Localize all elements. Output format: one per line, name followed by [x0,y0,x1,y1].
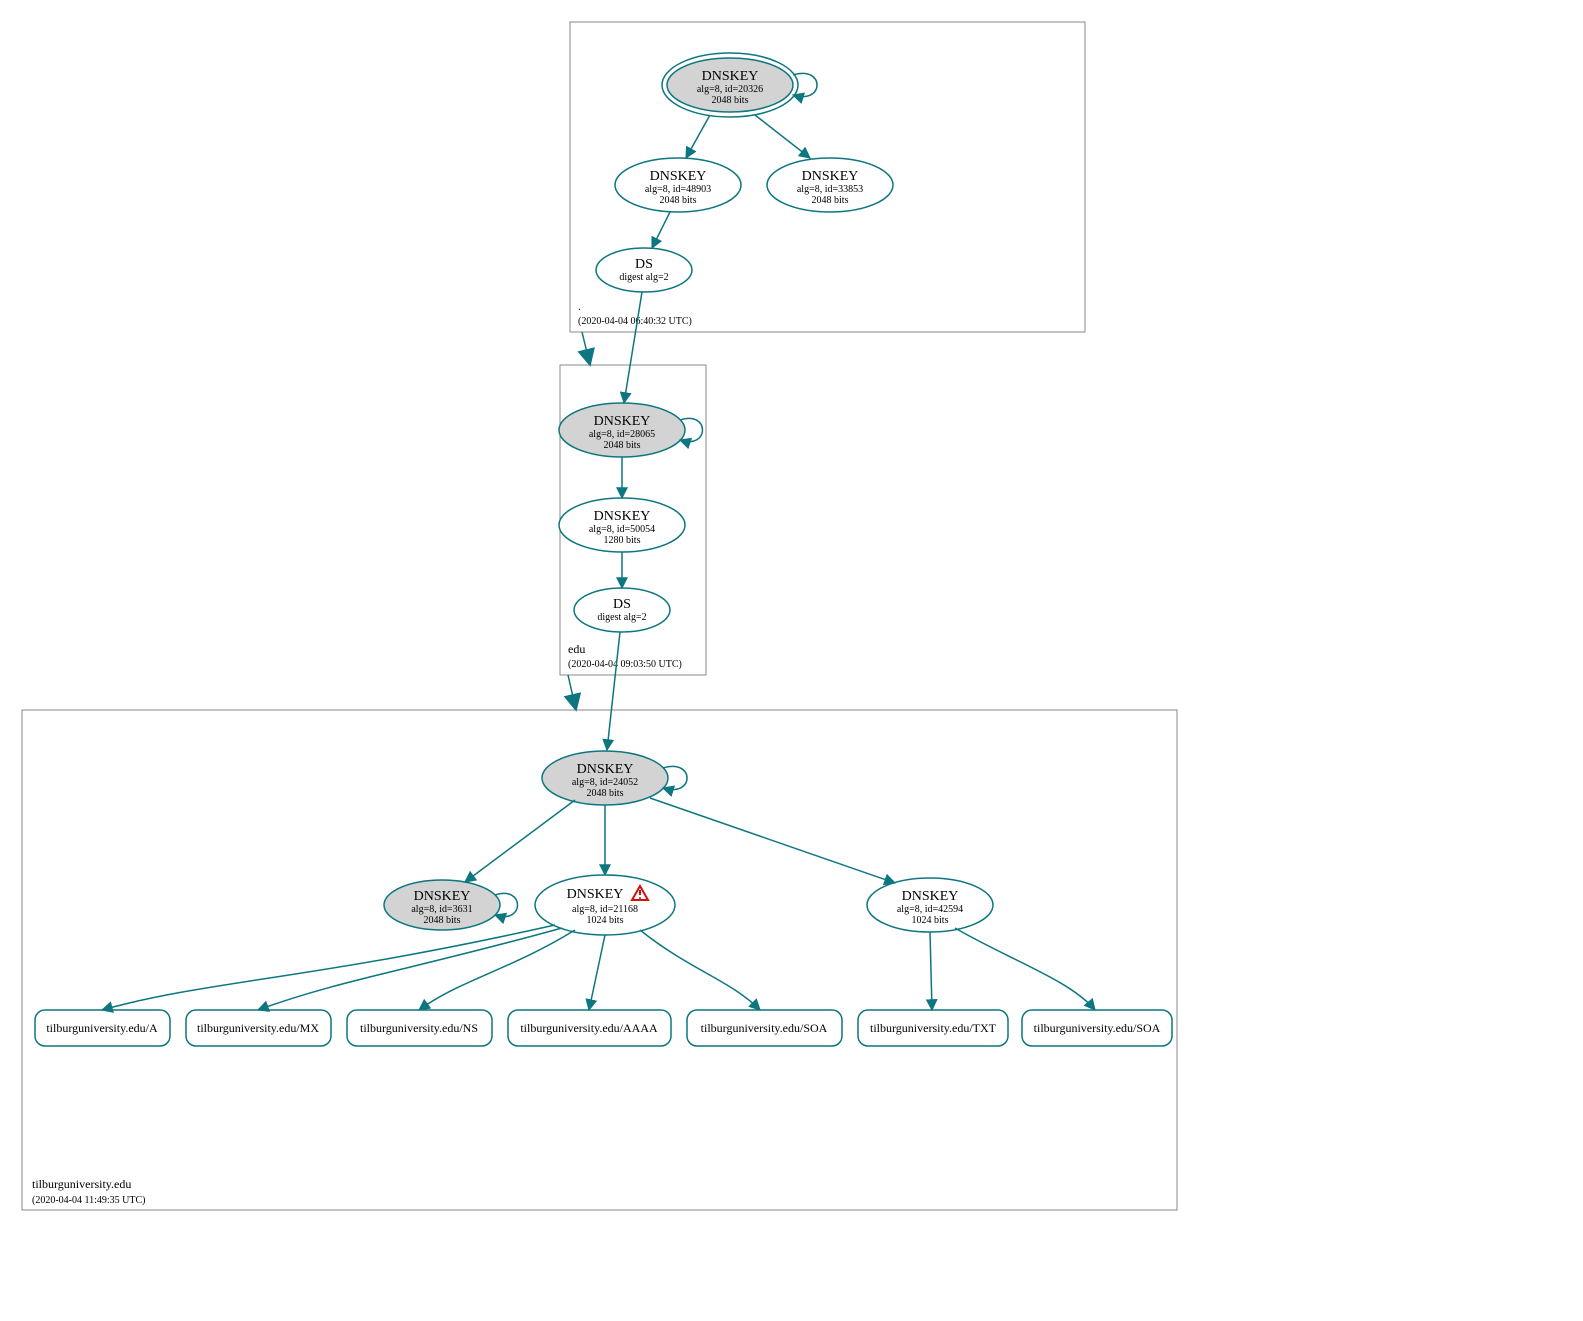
svg-text:DNSKEY: DNSKEY [594,414,651,429]
edge-21168-ns [419,930,575,1010]
zone-edu-timestamp: (2020-04-04 09:03:50 UTC) [568,659,682,670]
record-soa1: tilburguniversity.edu/SOA [687,1010,842,1046]
edge-20326-33853 [755,115,810,158]
svg-text:alg=8, id=42594: alg=8, id=42594 [897,904,963,915]
record-soa2: tilburguniversity.edu/SOA [1022,1010,1172,1046]
svg-text:DNSKEY: DNSKEY [577,762,634,777]
svg-text:DNSKEY: DNSKEY [802,169,859,184]
svg-text:alg=8, id=21168: alg=8, id=21168 [572,904,638,915]
zone-tilburg-label: tilburguniversity.edu [32,1177,131,1191]
svg-text:alg=8, id=3631: alg=8, id=3631 [411,904,472,915]
svg-text:DNSKEY: DNSKEY [594,509,651,524]
node-dnskey-48903: DNSKEY alg=8, id=48903 2048 bits [615,158,741,212]
node-dnskey-50054: DNSKEY alg=8, id=50054 1280 bits [559,498,685,552]
svg-text:DNSKEY: DNSKEY [567,887,624,902]
node-ds-edu: DS digest alg=2 [574,588,670,632]
delegation-edu-tilburg [568,675,576,710]
node-dnskey-21168: DNSKEY alg=8, id=21168 1024 bits [535,875,675,935]
edge-48903-ds [652,212,670,248]
edge-20326-48903 [686,115,710,158]
svg-text:DNSKEY: DNSKEY [414,889,471,904]
svg-text:DS: DS [613,597,631,612]
zone-edu-label: edu [568,642,585,656]
svg-text:2048 bits: 2048 bits [812,195,849,206]
zone-tilburg-timestamp: (2020-04-04 11:49:35 UTC) [32,1195,146,1206]
node-ds-root: DS digest alg=2 [596,248,692,292]
svg-text:2048 bits: 2048 bits [660,195,697,206]
svg-text:tilburguniversity.edu/SOA: tilburguniversity.edu/SOA [1034,1021,1161,1035]
delegation-root-edu [582,332,590,365]
svg-text:2048 bits: 2048 bits [712,95,749,106]
svg-text:alg=8, id=50054: alg=8, id=50054 [589,524,655,535]
record-ns: tilburguniversity.edu/NS [347,1010,492,1046]
record-txt: tilburguniversity.edu/TXT [858,1010,1008,1046]
edge-21168-soa1 [640,930,760,1010]
svg-text:alg=8, id=20326: alg=8, id=20326 [697,84,763,95]
edge-24052-3631 [465,800,575,882]
edge-42594-soa2 [955,928,1095,1010]
svg-text:2048 bits: 2048 bits [604,440,641,451]
svg-text:alg=8, id=28065: alg=8, id=28065 [589,429,655,440]
svg-text:2048 bits: 2048 bits [424,915,461,926]
edge-21168-mx [258,928,562,1010]
svg-text:tilburguniversity.edu/A: tilburguniversity.edu/A [46,1021,158,1035]
svg-text:DNSKEY: DNSKEY [650,169,707,184]
svg-text:DNSKEY: DNSKEY [702,69,759,84]
edge-42594-txt [930,932,932,1010]
node-dnskey-20326: DNSKEY alg=8, id=20326 2048 bits [662,53,798,117]
record-a: tilburguniversity.edu/A [35,1010,170,1046]
edge-dsedu-24052 [607,632,620,750]
node-dnskey-24052: DNSKEY alg=8, id=24052 2048 bits [542,751,668,805]
dnssec-diagram: . (2020-04-04 06:40:32 UTC) DNSKEY alg=8… [10,10,1583,1311]
svg-text:1280 bits: 1280 bits [604,535,641,546]
edge-24052-42594 [650,798,895,883]
svg-text:tilburguniversity.edu/MX: tilburguniversity.edu/MX [197,1021,319,1035]
edge-dsroot-28065 [624,292,642,403]
svg-text:digest alg=2: digest alg=2 [619,272,668,283]
node-dnskey-33853: DNSKEY alg=8, id=33853 2048 bits [767,158,893,212]
edge-21168-aaaa [589,935,605,1010]
svg-text:digest alg=2: digest alg=2 [597,612,646,623]
node-dnskey-3631: DNSKEY alg=8, id=3631 2048 bits [384,880,500,930]
record-aaaa: tilburguniversity.edu/AAAA [508,1010,671,1046]
svg-text:1024 bits: 1024 bits [587,915,624,926]
svg-text:tilburguniversity.edu/NS: tilburguniversity.edu/NS [360,1021,478,1035]
svg-text:tilburguniversity.edu/AAAA: tilburguniversity.edu/AAAA [520,1021,658,1035]
zone-root-label: . [578,299,581,313]
svg-text:1024 bits: 1024 bits [912,915,949,926]
svg-text:tilburguniversity.edu/TXT: tilburguniversity.edu/TXT [870,1021,997,1035]
svg-text:DNSKEY: DNSKEY [902,889,959,904]
node-dnskey-42594: DNSKEY alg=8, id=42594 1024 bits [867,878,993,932]
edge-21168-a [102,925,555,1010]
svg-text:tilburguniversity.edu/SOA: tilburguniversity.edu/SOA [701,1021,828,1035]
svg-text:alg=8, id=48903: alg=8, id=48903 [645,184,711,195]
svg-text:alg=8, id=24052: alg=8, id=24052 [572,777,638,788]
svg-text:DS: DS [635,257,653,272]
svg-text:alg=8, id=33853: alg=8, id=33853 [797,184,863,195]
node-dnskey-28065: DNSKEY alg=8, id=28065 2048 bits [559,403,685,457]
record-mx: tilburguniversity.edu/MX [186,1010,331,1046]
zone-root-timestamp: (2020-04-04 06:40:32 UTC) [578,316,692,327]
svg-text:2048 bits: 2048 bits [587,788,624,799]
